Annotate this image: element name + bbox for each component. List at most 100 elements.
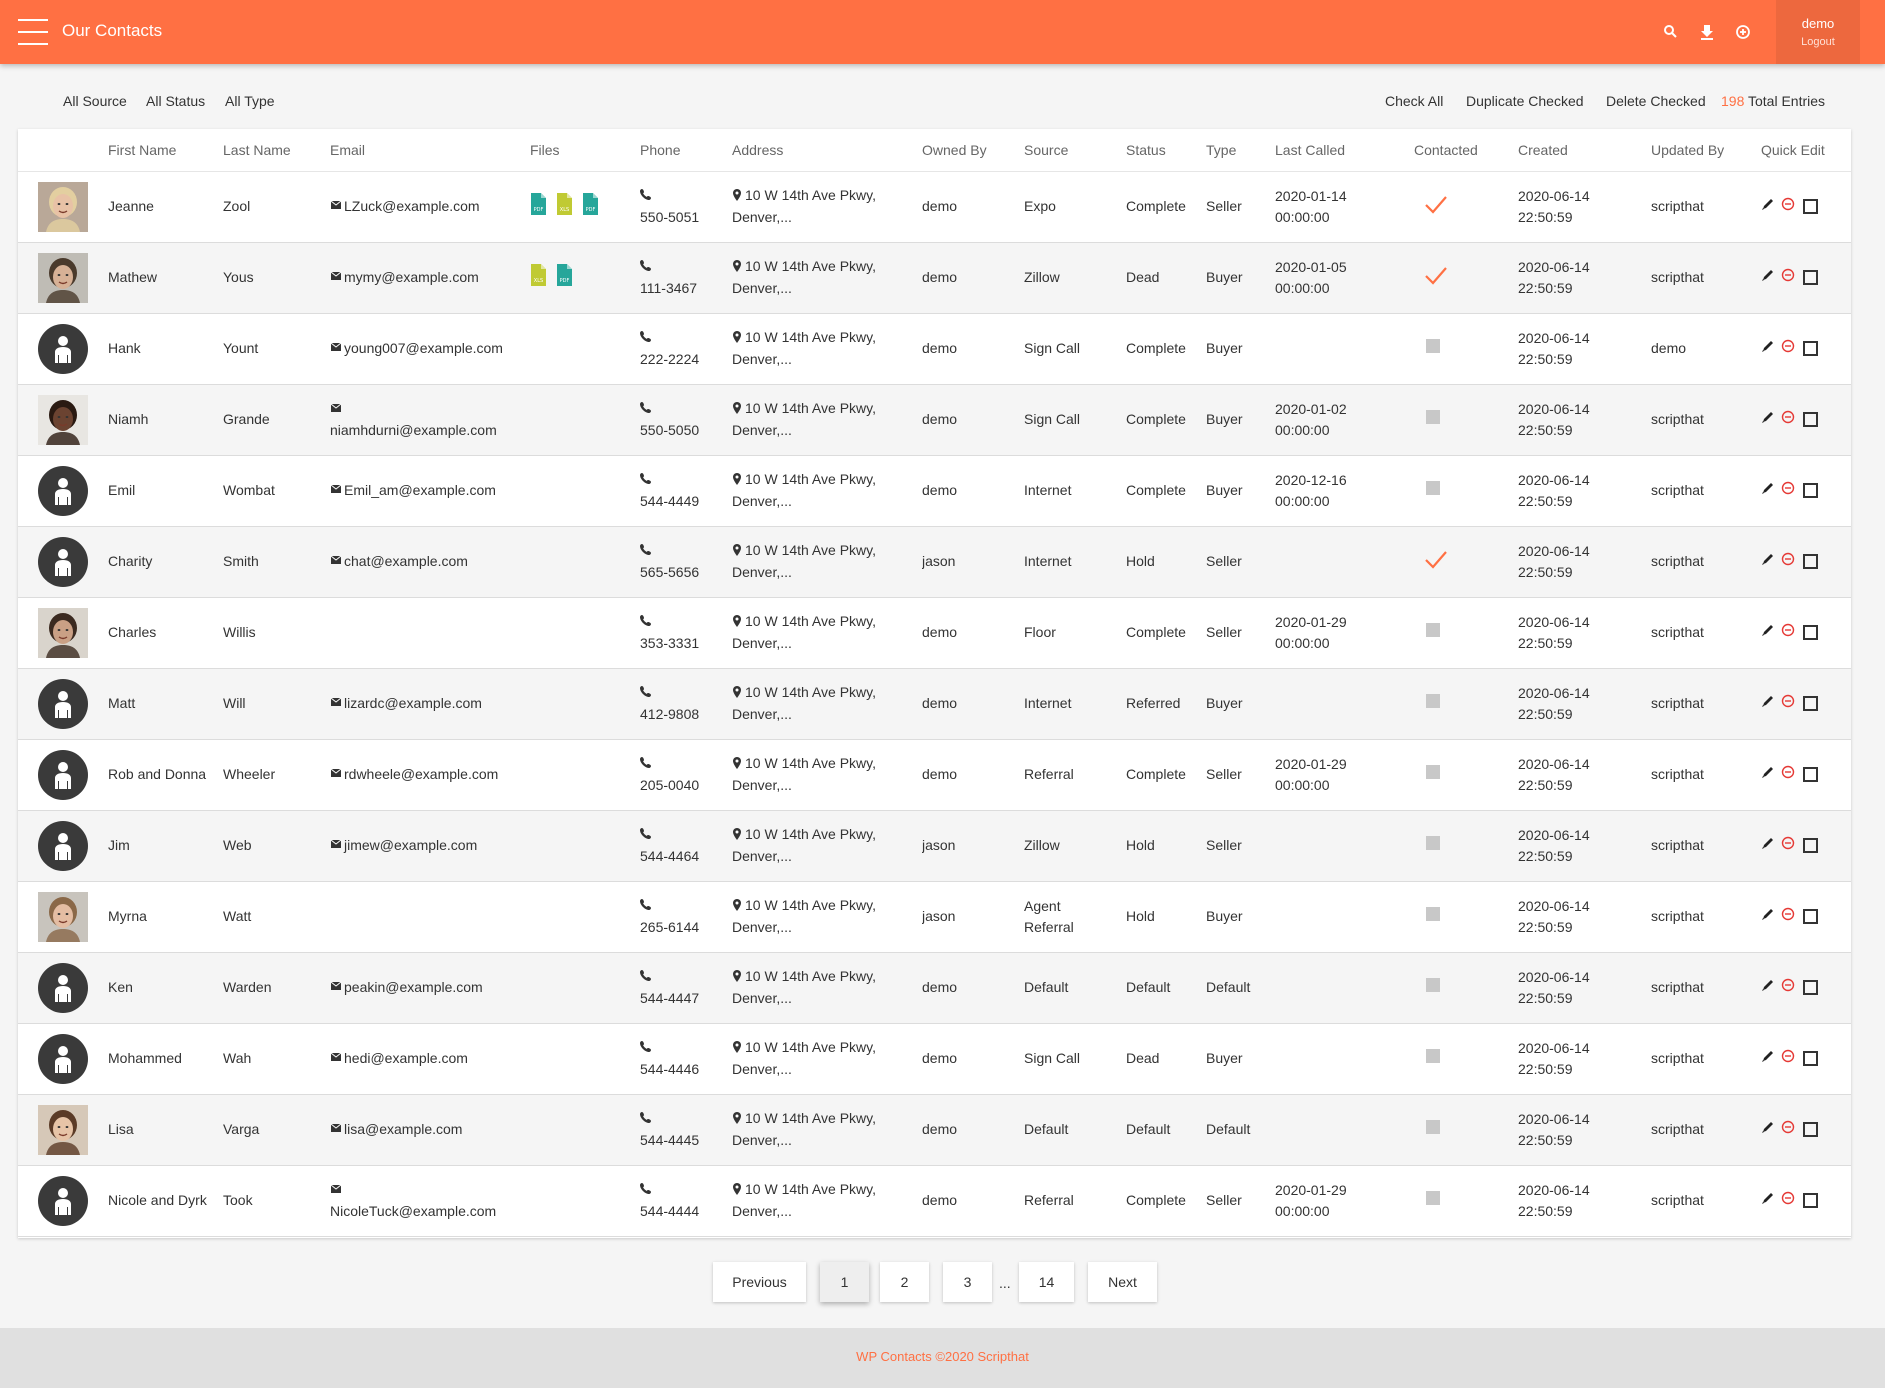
filter-source[interactable]: All Source [63,93,127,109]
pencil-icon[interactable] [1761,267,1775,288]
table-row[interactable]: Myrna Watt 265-6144 10 W 14th Ave Pkwy, Den… [18,881,1851,952]
email-link[interactable]: rdwheele@example.com [330,766,498,782]
table-row[interactable]: Ken Warden peakin@example.com 544-4447 10 W … [18,952,1851,1023]
row-checkbox[interactable] [1803,412,1818,428]
remove-icon[interactable] [1781,196,1795,217]
first-name[interactable]: Charity [108,526,223,597]
column-header-last-called[interactable]: Last Called [1275,129,1414,172]
row-checkbox[interactable] [1803,554,1818,570]
table-row[interactable]: Rob and Donna Wheeler rdwheele@example.com… [18,739,1851,810]
email-link[interactable]: hedi@example.com [330,1050,468,1066]
check-icon[interactable] [1424,264,1448,292]
table-row[interactable]: Mohammed Wah hedi@example.com 544-4446 10 W … [18,1023,1851,1094]
column-header-owned-by[interactable]: Owned By [922,129,1024,172]
remove-icon[interactable] [1781,409,1795,430]
table-row[interactable]: Lisa Varga lisa@example.com 544-4445 10 W 14… [18,1094,1851,1165]
phone-number[interactable]: 550-5050 [640,420,732,441]
first-name[interactable]: Mohammed [108,1023,223,1094]
remove-icon[interactable] [1781,1119,1795,1140]
contacted-checkbox[interactable] [1426,694,1440,708]
phone-number[interactable]: 550-5051 [640,207,732,228]
first-name[interactable]: Ken [108,952,223,1023]
pencil-icon[interactable] [1761,1119,1775,1140]
filter-status[interactable]: All Status [146,93,205,109]
table-row[interactable]: Charity Smith chat@example.com 565-5656 10 W… [18,526,1851,597]
email-text[interactable]: hedi@example.com [344,1050,468,1066]
page-button-last[interactable]: 14 [1019,1262,1074,1302]
search-icon[interactable] [1660,21,1682,43]
row-checkbox[interactable] [1803,341,1818,357]
email-text[interactable]: LZuck@example.com [344,198,480,214]
column-header-type[interactable]: Type [1206,129,1275,172]
table-row[interactable]: Hank Yount young007@example.com 222-2224 10 … [18,313,1851,384]
first-name[interactable]: Niamh [108,384,223,455]
email-link[interactable]: lizardc@example.com [330,695,482,711]
column-header-created[interactable]: Created [1518,129,1651,172]
row-checkbox[interactable] [1803,1122,1818,1138]
filter-type[interactable]: All Type [225,93,275,109]
scrollbar[interactable] [1885,0,1903,1388]
email-text[interactable]: young007@example.com [344,340,503,356]
duplicate-checked-button[interactable]: Duplicate Checked [1466,93,1584,109]
remove-icon[interactable] [1781,764,1795,785]
remove-icon[interactable] [1781,835,1795,856]
email-link[interactable]: mymy@example.com [330,269,479,285]
contacted-checkbox[interactable] [1426,481,1440,495]
contacted-checkbox[interactable] [1426,339,1440,353]
table-row[interactable]: Emil Wombat Emil_am@example.com 544-4449 10 … [18,455,1851,526]
xls-file-icon[interactable]: XLS [556,192,573,222]
remove-icon[interactable] [1781,267,1795,288]
remove-icon[interactable] [1781,338,1795,359]
email-text[interactable]: chat@example.com [344,553,468,569]
contacted-checkbox[interactable] [1426,410,1440,424]
user-menu[interactable]: demo Logout [1776,0,1860,64]
email-link[interactable]: peakin@example.com [330,979,483,995]
logout-link[interactable]: Logout [1776,36,1860,48]
row-checkbox[interactable] [1803,696,1818,712]
email-link[interactable]: young007@example.com [330,340,503,356]
pencil-icon[interactable] [1761,338,1775,359]
page-button-1[interactable]: 1 [820,1262,869,1302]
pencil-icon[interactable] [1761,409,1775,430]
column-header-address[interactable]: Address [732,129,922,172]
row-checkbox[interactable] [1803,270,1818,286]
row-checkbox[interactable] [1803,767,1818,783]
pdf-file-icon[interactable]: PDF [530,192,547,222]
row-checkbox[interactable] [1803,199,1818,215]
remove-icon[interactable] [1781,1048,1795,1069]
first-name[interactable]: Jeanne [108,171,223,242]
pencil-icon[interactable] [1761,835,1775,856]
phone-number[interactable]: 544-4445 [640,1130,732,1151]
pencil-icon[interactable] [1761,1190,1775,1211]
remove-icon[interactable] [1781,622,1795,643]
pencil-icon[interactable] [1761,196,1775,217]
phone-number[interactable]: 544-4446 [640,1059,732,1080]
row-checkbox[interactable] [1803,483,1818,499]
column-header-source[interactable]: Source [1024,129,1126,172]
remove-icon[interactable] [1781,693,1795,714]
check-all-button[interactable]: Check All [1385,93,1443,109]
phone-number[interactable]: 565-5656 [640,562,732,583]
row-checkbox[interactable] [1803,980,1818,996]
row-checkbox[interactable] [1803,1193,1818,1209]
column-header-phone[interactable]: Phone [640,129,732,172]
phone-number[interactable]: 222-2224 [640,349,732,370]
email-text[interactable]: jimew@example.com [344,837,477,853]
email-text[interactable]: lisa@example.com [344,1121,462,1137]
row-checkbox[interactable] [1803,838,1818,854]
table-row[interactable]: Niamh Grande niamhdurni@example.com 550-505… [18,384,1851,455]
phone-number[interactable]: 205-0040 [640,775,732,796]
pencil-icon[interactable] [1761,906,1775,927]
column-header-quick-edit[interactable]: Quick Edit [1761,129,1851,172]
first-name[interactable]: Jim [108,810,223,881]
email-text[interactable]: mymy@example.com [344,269,479,285]
first-name[interactable]: Mathew [108,242,223,313]
remove-icon[interactable] [1781,551,1795,572]
contacted-checkbox[interactable] [1426,765,1440,779]
contacted-checkbox[interactable] [1426,978,1440,992]
column-header-status[interactable]: Status [1126,129,1206,172]
first-name[interactable]: Lisa [108,1094,223,1165]
column-header-email[interactable]: Email [330,129,530,172]
email-link[interactable]: NicoleTuck@example.com [330,1179,530,1222]
delete-checked-button[interactable]: Delete Checked [1606,93,1706,109]
